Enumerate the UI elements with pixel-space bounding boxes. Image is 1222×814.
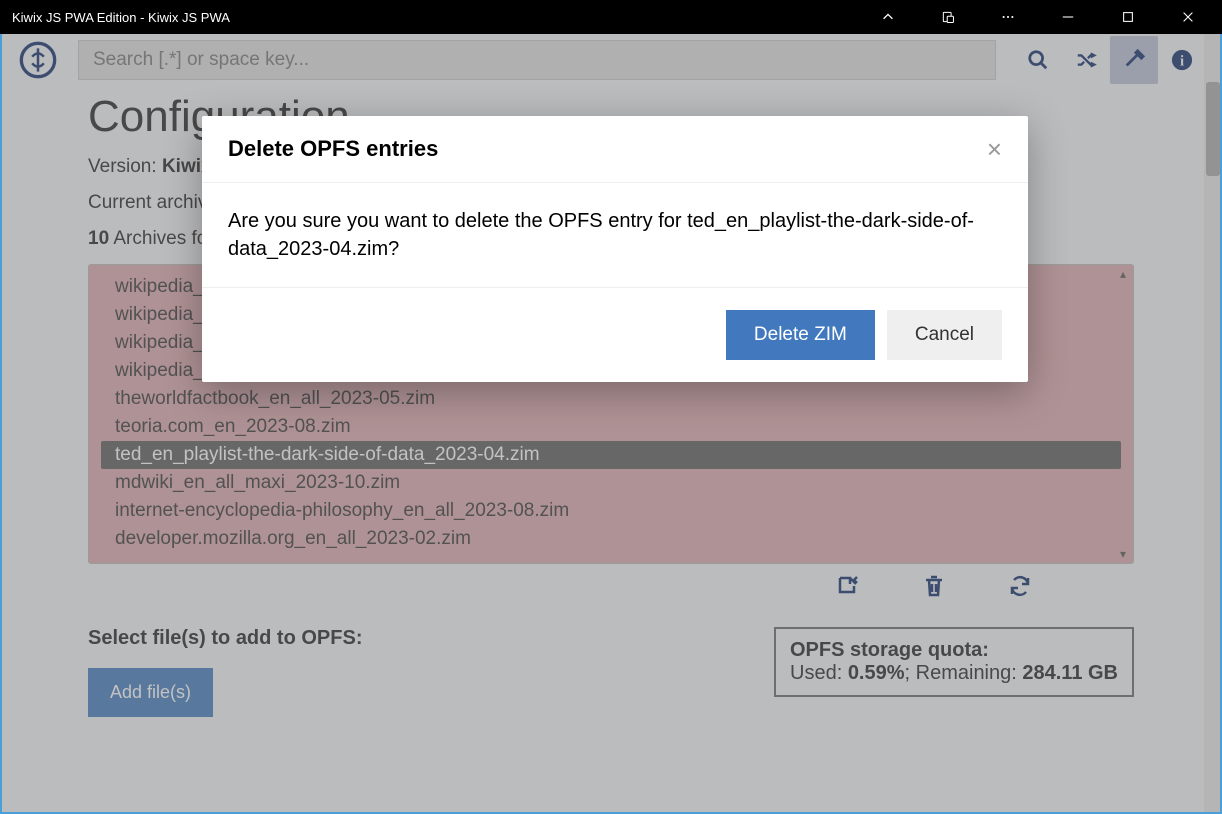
titlebar-tablet-icon[interactable]: [930, 2, 966, 32]
delete-confirm-dialog: Delete OPFS entries × Are you sure you w…: [202, 116, 1028, 382]
dialog-close-icon[interactable]: ×: [987, 136, 1002, 162]
titlebar-chevron-icon[interactable]: [870, 2, 906, 32]
dialog-title: Delete OPFS entries: [228, 136, 987, 162]
window-maximize-button[interactable]: [1110, 2, 1146, 32]
window-close-button[interactable]: [1170, 2, 1206, 32]
dialog-body: Are you sure you want to delete the OPFS…: [202, 183, 1028, 288]
cancel-button[interactable]: Cancel: [887, 310, 1002, 360]
window-titlebar: Kiwix JS PWA Edition - Kiwix JS PWA: [0, 0, 1222, 34]
window-minimize-button[interactable]: [1050, 2, 1086, 32]
titlebar-more-icon[interactable]: [990, 2, 1026, 32]
delete-zim-button[interactable]: Delete ZIM: [726, 310, 875, 360]
window-title: Kiwix JS PWA Edition - Kiwix JS PWA: [12, 10, 870, 25]
